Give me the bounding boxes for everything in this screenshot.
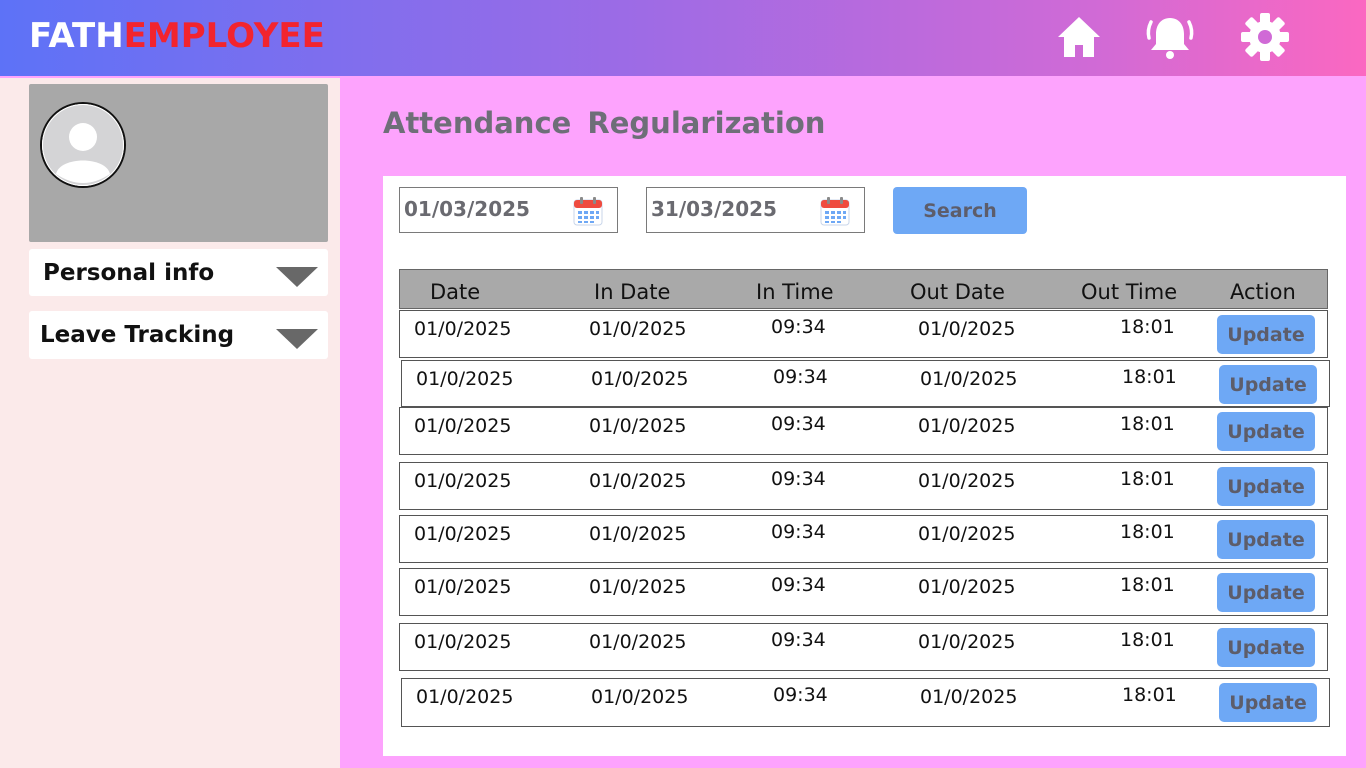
cell-date: 01/0/2025 xyxy=(414,318,512,340)
table-header: Date In Date In Time Out Date Out Time A… xyxy=(399,269,1328,309)
table-row: 01/0/2025 01/0/2025 09:34 01/0/2025 18:0… xyxy=(401,360,1330,407)
cell-in-date: 01/0/2025 xyxy=(589,318,687,340)
cell-date: 01/0/2025 xyxy=(414,631,512,653)
search-button[interactable]: Search xyxy=(893,187,1027,234)
cell-in-date: 01/0/2025 xyxy=(591,686,689,708)
sidebar-item-label: Personal info xyxy=(43,259,215,286)
cell-out-date: 01/0/2025 xyxy=(918,631,1016,653)
cell-in-time: 09:34 xyxy=(773,366,828,388)
table-row: 01/0/2025 01/0/2025 09:34 01/0/2025 18:0… xyxy=(399,407,1328,455)
cell-out-date: 01/0/2025 xyxy=(918,576,1016,598)
sidebar-item-leave-tracking[interactable]: Leave Tracking xyxy=(29,311,328,359)
cell-in-time: 09:34 xyxy=(773,684,828,706)
top-bar: FATHEMPLOYEE xyxy=(0,0,1366,76)
cell-date: 01/0/2025 xyxy=(416,368,514,390)
table-row: 01/0/2025 01/0/2025 09:34 01/0/2025 18:0… xyxy=(399,515,1328,563)
from-date-value: 01/03/2025 xyxy=(404,197,530,221)
column-header-out-time: Out Time xyxy=(1081,280,1178,304)
home-icon[interactable] xyxy=(1054,12,1104,62)
cell-out-time: 18:01 xyxy=(1120,316,1175,338)
update-button[interactable]: Update xyxy=(1217,520,1315,559)
cell-in-date: 01/0/2025 xyxy=(589,576,687,598)
cell-in-date: 01/0/2025 xyxy=(589,631,687,653)
column-header-in-date: In Date xyxy=(594,280,671,304)
chevron-down-icon[interactable] xyxy=(276,329,318,349)
avatar[interactable] xyxy=(40,102,126,188)
cell-out-time: 18:01 xyxy=(1122,684,1177,706)
brand-part-fath: FATH xyxy=(29,16,124,56)
chevron-down-icon[interactable] xyxy=(276,266,318,287)
table-row: 01/0/2025 01/0/2025 09:34 01/0/2025 18:0… xyxy=(399,462,1328,510)
cell-date: 01/0/2025 xyxy=(414,415,512,437)
cell-out-date: 01/0/2025 xyxy=(918,470,1016,492)
to-date-value: 31/03/2025 xyxy=(651,197,777,221)
sidebar-item-label: Leave Tracking xyxy=(40,322,235,348)
cell-out-time: 18:01 xyxy=(1120,521,1175,543)
update-button[interactable]: Update xyxy=(1217,573,1315,612)
sidebar-item-personal-info[interactable]: Personal info xyxy=(29,249,328,296)
brand-logo[interactable]: FATHEMPLOYEE xyxy=(29,16,325,56)
column-header-action: Action xyxy=(1230,280,1296,304)
column-header-in-time: In Time xyxy=(756,280,834,304)
column-header-date: Date xyxy=(430,280,481,304)
cell-in-time: 09:34 xyxy=(771,316,826,338)
cell-date: 01/0/2025 xyxy=(416,686,514,708)
cell-date: 01/0/2025 xyxy=(414,576,512,598)
cell-out-date: 01/0/2025 xyxy=(920,368,1018,390)
cell-date: 01/0/2025 xyxy=(414,470,512,492)
from-date-field[interactable]: 01/03/2025 xyxy=(399,187,618,233)
update-button[interactable]: Update xyxy=(1219,683,1317,722)
cell-out-time: 18:01 xyxy=(1120,574,1175,596)
table-row: 01/0/2025 01/0/2025 09:34 01/0/2025 18:0… xyxy=(399,310,1328,358)
column-header-out-date: Out Date xyxy=(910,280,1005,304)
calendar-icon[interactable] xyxy=(573,196,603,226)
page-title: Attendance Regularization xyxy=(383,106,826,140)
cell-in-date: 01/0/2025 xyxy=(589,415,687,437)
cell-in-time: 09:34 xyxy=(771,521,826,543)
bell-icon[interactable] xyxy=(1145,12,1195,62)
attendance-panel: 01/03/2025 31/03/2025 Search Date In Dat… xyxy=(383,176,1346,756)
table-row: 01/0/2025 01/0/2025 09:34 01/0/2025 18:0… xyxy=(401,678,1330,727)
cell-out-time: 18:01 xyxy=(1120,468,1175,490)
cell-out-time: 18:01 xyxy=(1122,366,1177,388)
user-icon xyxy=(42,104,124,186)
cell-out-date: 01/0/2025 xyxy=(918,415,1016,437)
cell-in-time: 09:34 xyxy=(771,413,826,435)
profile-card xyxy=(29,84,328,242)
update-button[interactable]: Update xyxy=(1217,628,1315,667)
update-button[interactable]: Update xyxy=(1217,315,1315,354)
cell-in-time: 09:34 xyxy=(771,629,826,651)
cell-in-time: 09:34 xyxy=(771,574,826,596)
cell-out-time: 18:01 xyxy=(1120,629,1175,651)
calendar-icon[interactable] xyxy=(820,196,850,226)
brand-part-employee: EMPLOYEE xyxy=(123,16,325,56)
cell-out-date: 01/0/2025 xyxy=(918,318,1016,340)
update-button[interactable]: Update xyxy=(1217,412,1315,451)
update-button[interactable]: Update xyxy=(1217,467,1315,506)
cell-in-date: 01/0/2025 xyxy=(591,368,689,390)
cell-out-time: 18:01 xyxy=(1120,413,1175,435)
cell-out-date: 01/0/2025 xyxy=(918,523,1016,545)
sidebar: Personal info Leave Tracking xyxy=(0,78,340,768)
cell-out-date: 01/0/2025 xyxy=(920,686,1018,708)
gear-icon[interactable] xyxy=(1240,12,1290,62)
cell-in-time: 09:34 xyxy=(771,468,826,490)
to-date-field[interactable]: 31/03/2025 xyxy=(646,187,865,233)
table-row: 01/0/2025 01/0/2025 09:34 01/0/2025 18:0… xyxy=(399,623,1328,671)
cell-in-date: 01/0/2025 xyxy=(589,523,687,545)
cell-date: 01/0/2025 xyxy=(414,523,512,545)
cell-in-date: 01/0/2025 xyxy=(589,470,687,492)
update-button[interactable]: Update xyxy=(1219,365,1317,404)
table-row: 01/0/2025 01/0/2025 09:34 01/0/2025 18:0… xyxy=(399,568,1328,616)
